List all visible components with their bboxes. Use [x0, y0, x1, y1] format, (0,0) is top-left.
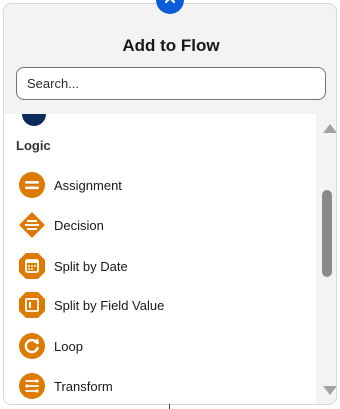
- split-by-date-icon: [18, 252, 46, 280]
- list-item-label: Decision: [54, 217, 104, 233]
- list-item-split-by-date[interactable]: Split by Date: [16, 250, 306, 282]
- list-item-label: Split by Field Value: [54, 297, 165, 313]
- split-by-field-value-icon: [18, 291, 46, 319]
- list-item-split-by-field-value[interactable]: Split by Field Value: [16, 289, 306, 321]
- list-item-label: Split by Date: [54, 258, 128, 274]
- list-item-transform[interactable]: Transform: [16, 370, 306, 402]
- list-item-label: Transform: [54, 378, 113, 394]
- list-item-decision[interactable]: Decision: [16, 209, 306, 241]
- connector-line: [169, 404, 170, 409]
- list-item-assignment[interactable]: Assignment: [16, 169, 306, 201]
- element-list[interactable]: Logic Assignment Decision Split by Date …: [4, 114, 316, 404]
- assignment-icon: [18, 171, 46, 199]
- list-item-label: Loop: [54, 338, 83, 354]
- partial-item-icon: [22, 114, 46, 126]
- scrollbar-thumb[interactable]: [322, 190, 332, 277]
- dialog-title: Add to Flow: [122, 36, 220, 55]
- transform-icon: [18, 372, 46, 400]
- loop-icon: [18, 332, 46, 360]
- search-input[interactable]: [16, 67, 326, 100]
- add-to-flow-dialog: Add to Flow Logic Assignment: [3, 3, 337, 405]
- list-item-label: Assignment: [54, 177, 122, 193]
- section-label-logic: Logic: [16, 138, 51, 153]
- scroll-up-arrow-icon[interactable]: [323, 124, 336, 133]
- scroll-down-arrow-icon[interactable]: [323, 386, 336, 395]
- scrollbar[interactable]: [319, 114, 336, 404]
- list-item-loop[interactable]: Loop: [16, 330, 306, 362]
- close-icon: [163, 0, 177, 10]
- decision-icon: [18, 211, 46, 239]
